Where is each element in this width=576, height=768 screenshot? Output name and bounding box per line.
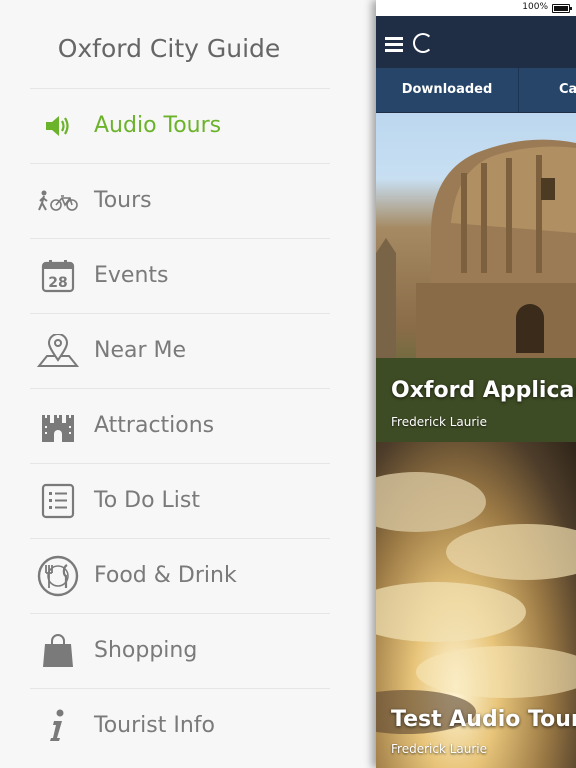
- tab-categories[interactable]: Cat: [559, 68, 576, 112]
- tab-downloaded[interactable]: Downloaded: [376, 68, 519, 112]
- status-bar: 100%: [376, 0, 576, 16]
- menu-item-label: Food & Drink: [94, 563, 237, 588]
- calendar-day: 28: [48, 275, 67, 291]
- menu-item-label: Audio Tours: [94, 113, 222, 138]
- menu-item-label: Near Me: [94, 338, 187, 363]
- menu-item-tourist-info[interactable]: Tourist Info: [0, 688, 330, 763]
- tab-bar: Downloaded Cat: [376, 68, 576, 112]
- plate-cutlery-icon: [31, 555, 85, 597]
- battery-icon: [552, 4, 572, 13]
- menu-item-audio-tours[interactable]: Audio Tours: [0, 88, 330, 163]
- menu-item-attractions[interactable]: Attractions: [0, 388, 330, 463]
- menu-item-events[interactable]: 28 Events: [0, 238, 330, 313]
- castle-icon: [31, 409, 85, 443]
- tour-card-title: Test Audio Tour: [391, 707, 576, 732]
- menu-item-label: Events: [94, 263, 169, 288]
- menu-item-near-me[interactable]: Near Me: [0, 313, 330, 388]
- menu-item-to-do-list[interactable]: To Do List: [0, 463, 330, 538]
- shopping-bag-icon: [31, 633, 85, 669]
- nav-bar: [376, 16, 576, 68]
- menu-item-food-drink[interactable]: Food & Drink: [0, 538, 330, 613]
- calendar-icon: 28: [31, 258, 85, 294]
- tour-card-author: Frederick Laurie: [391, 742, 488, 756]
- battery-percent: 100%: [522, 2, 548, 12]
- tour-card-author: Frederick Laurie: [391, 415, 488, 429]
- map-pin-icon: [31, 333, 85, 368]
- hamburger-menu-icon[interactable]: [385, 37, 403, 52]
- main-panel: 100% Downloaded Cat Oxford Applicant Fre…: [376, 0, 576, 768]
- speaker-icon: [31, 113, 85, 139]
- menu-list: Audio Tours Tours 28 Events Near Me Attr…: [0, 88, 330, 763]
- menu-item-label: Attractions: [94, 413, 215, 438]
- loading-spinner-icon: [413, 33, 433, 53]
- info-icon: [31, 708, 85, 744]
- tour-card[interactable]: Oxford Applicant Frederick Laurie: [376, 113, 576, 442]
- menu-item-label: To Do List: [94, 488, 201, 513]
- menu-title: Oxford City Guide: [57, 34, 281, 63]
- menu-item-shopping[interactable]: Shopping: [0, 613, 330, 688]
- menu-item-tours[interactable]: Tours: [0, 163, 330, 238]
- tour-card[interactable]: Test Audio Tour Frederick Laurie: [376, 442, 576, 768]
- menu-item-label: Tours: [94, 188, 152, 213]
- side-menu: Oxford City Guide Audio Tours Tours 28 E…: [0, 0, 376, 768]
- menu-item-label: Shopping: [94, 638, 198, 663]
- menu-item-label: Tourist Info: [94, 713, 215, 738]
- tour-card-title: Oxford Applicant: [391, 378, 576, 403]
- checklist-icon: [31, 483, 85, 519]
- walk-bike-icon: [31, 190, 85, 212]
